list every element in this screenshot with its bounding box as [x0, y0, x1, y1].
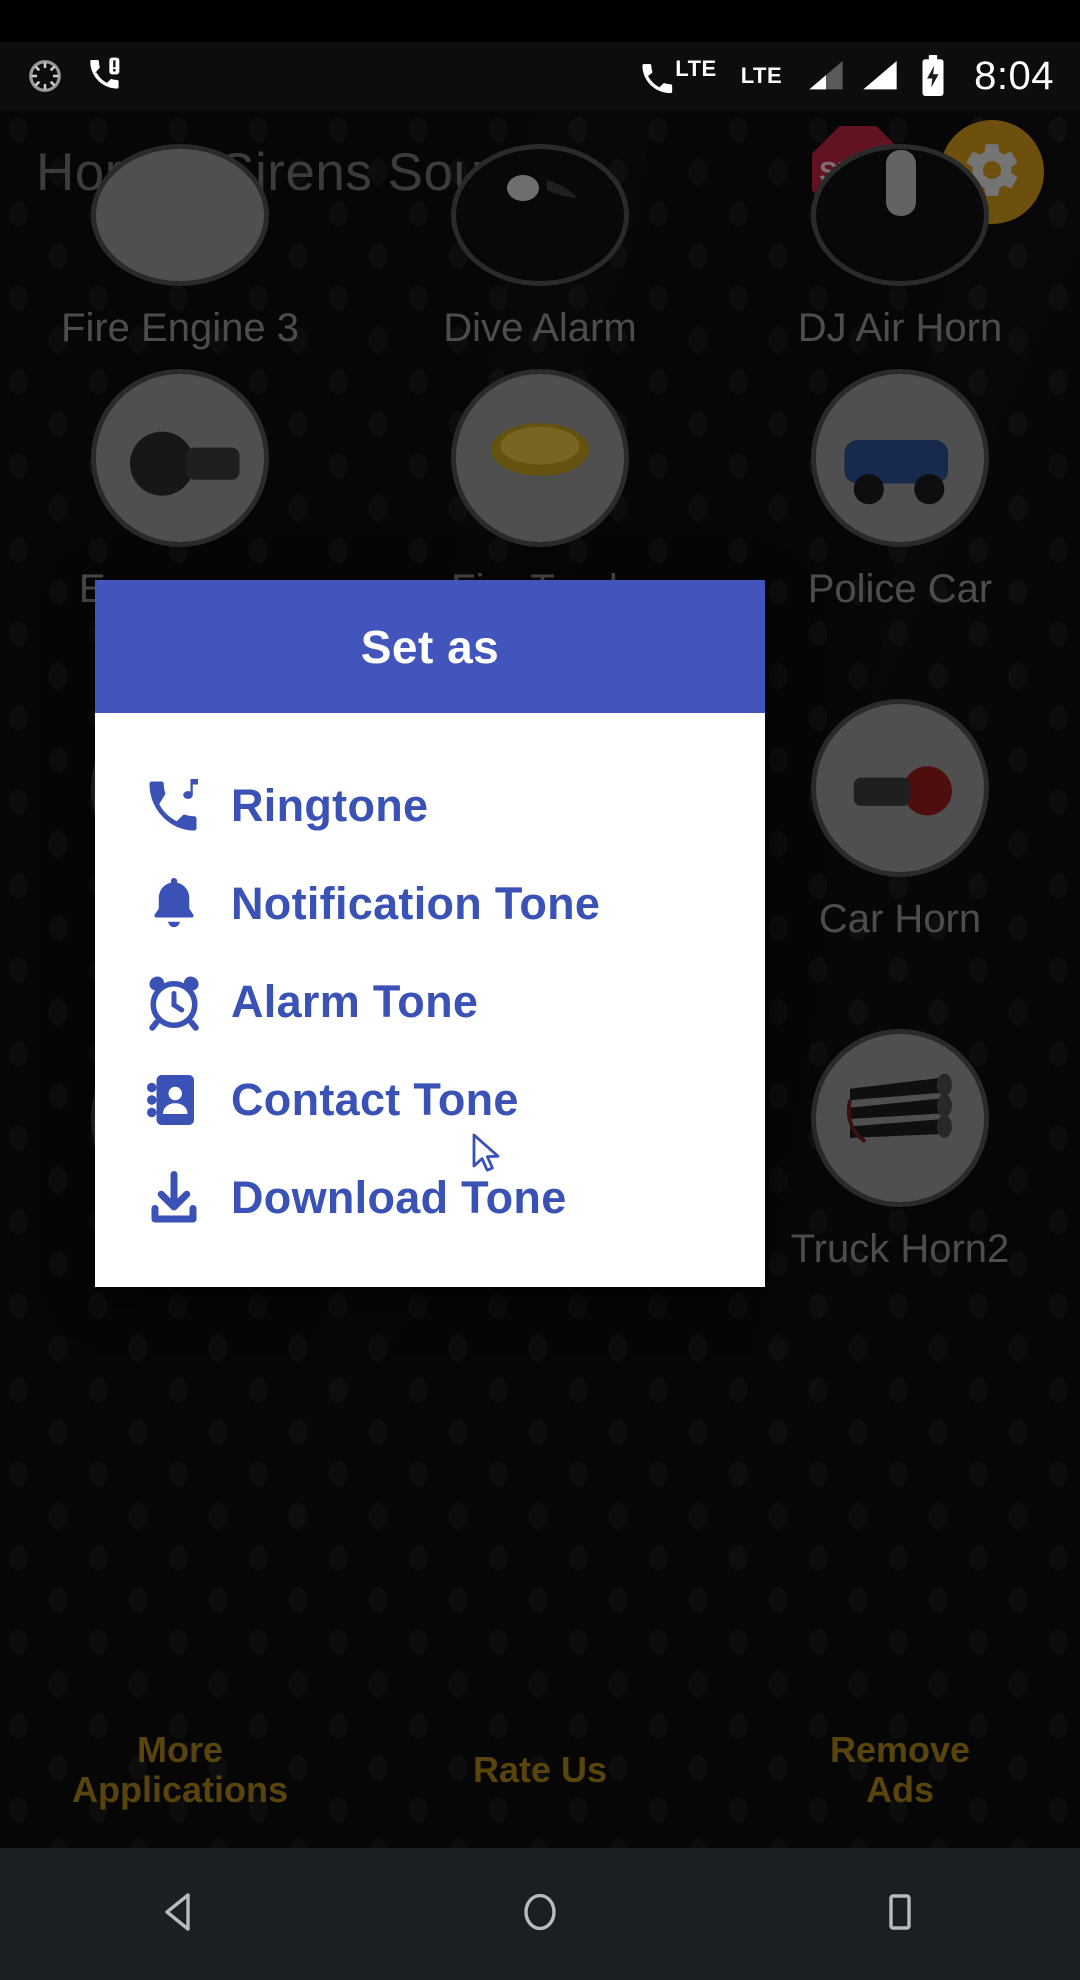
battery-charging-icon — [920, 55, 946, 97]
status-bar-clock: 8:04 — [974, 53, 1054, 98]
phone-ringtone-icon — [139, 776, 209, 836]
phone-screen: LTE LTE 8:04 Horn & Sirens Sound Fire En… — [0, 0, 1080, 1980]
menu-item-contact-tone[interactable]: Contact Tone — [95, 1051, 765, 1149]
nav-home-button[interactable] — [360, 1888, 720, 1941]
menu-item-label: Notification Tone — [231, 878, 601, 929]
circle-home-icon — [516, 1888, 564, 1941]
menu-item-label: Ringtone — [231, 780, 429, 831]
triangle-back-icon — [156, 1888, 204, 1941]
phone-lte-icon: LTE — [641, 56, 716, 96]
status-bar-right-icons: LTE LTE 8:04 — [641, 54, 1054, 99]
missed-call-icon — [86, 56, 126, 96]
dialog-body: Ringtone Notification Tone Alarm Tone Co… — [95, 713, 765, 1287]
status-bar-left-icons — [26, 56, 126, 96]
top-bezel — [0, 0, 1080, 42]
menu-item-ringtone[interactable]: Ringtone — [95, 757, 765, 855]
download-icon — [139, 1168, 209, 1228]
dialog-title: Set as — [360, 620, 500, 673]
lte-label-2: LTE — [740, 63, 783, 88]
nav-back-button[interactable] — [0, 1888, 360, 1941]
menu-item-notification-tone[interactable]: Notification Tone — [95, 855, 765, 953]
signal-bars-icon-2 — [860, 56, 900, 96]
menu-item-label: Contact Tone — [231, 1074, 519, 1125]
menu-item-alarm-tone[interactable]: Alarm Tone — [95, 953, 765, 1051]
contact-book-icon — [139, 1070, 209, 1130]
nav-recents-button[interactable] — [720, 1888, 1080, 1941]
bell-icon — [139, 874, 209, 934]
dialog-header: Set as — [95, 580, 765, 713]
signal-bars-icon-1 — [806, 56, 846, 96]
square-recents-icon — [876, 1888, 924, 1941]
menu-item-label: Alarm Tone — [231, 976, 479, 1027]
menu-item-label: Download Tone — [231, 1172, 567, 1223]
menu-item-download-tone[interactable]: Download Tone — [95, 1149, 765, 1247]
lte-label-1: LTE — [675, 56, 717, 81]
sync-icon — [26, 57, 64, 95]
status-bar: LTE LTE 8:04 — [0, 42, 1080, 110]
android-nav-bar — [0, 1848, 1080, 1980]
set-as-dialog: Set as Ringtone Notification Tone Alarm … — [95, 580, 765, 1287]
alarm-clock-icon — [139, 972, 209, 1032]
